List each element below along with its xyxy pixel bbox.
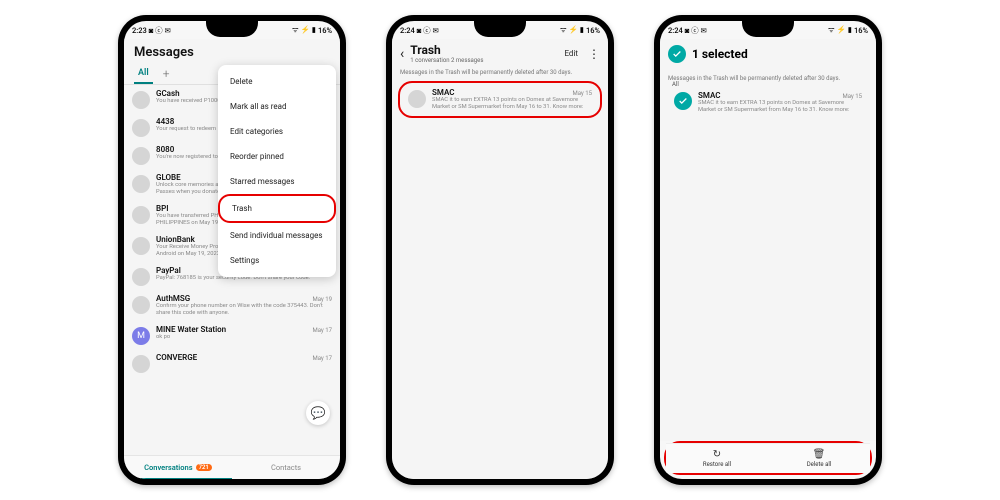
list-item[interactable]: AuthMSGMay 19Confirm your phone number o… [124, 290, 340, 321]
trash-item-selected[interactable]: SMACMay 15 SMAC it to earn EXTRA 13 poin… [666, 87, 870, 118]
notch [742, 21, 794, 37]
overflow-menu: Delete Mark all as read Edit categories … [218, 65, 336, 277]
restore-icon: ↻ [713, 449, 721, 460]
tab-all[interactable]: All [134, 64, 153, 84]
unread-badge: 721 [196, 464, 212, 471]
highlight-annotation: ↻ Restore all 🗑 Delete all [664, 441, 872, 475]
nav-conversations[interactable]: Conversations721 [124, 456, 232, 479]
chat-icon: 💬 [311, 406, 326, 420]
highlight-annotation: SMACMay 15 SMAC it to earn EXTRA 13 poin… [398, 81, 602, 118]
bottom-nav: Conversations721 Contacts [124, 455, 340, 479]
avatar [132, 175, 150, 193]
page-title: Trash [410, 43, 558, 57]
avatar [132, 268, 150, 286]
trash-item[interactable]: SMACMay 15 SMAC it to earn EXTRA 13 poin… [400, 84, 600, 115]
compose-button[interactable]: 💬 [306, 401, 330, 425]
list-item[interactable]: MMINE Water StationMay 17ok po [124, 321, 340, 349]
select-all-checkbox[interactable] [668, 45, 686, 63]
trash-icon: 🗑 [813, 449, 826, 460]
add-category-button[interactable]: + [163, 67, 170, 81]
edit-button[interactable]: Edit [564, 49, 578, 58]
menu-edit-categories[interactable]: Edit categories [218, 119, 336, 144]
avatar [132, 147, 150, 165]
page-title: Messages [134, 45, 330, 60]
menu-trash[interactable]: Trash [218, 194, 336, 223]
notch [206, 21, 258, 37]
nav-contacts[interactable]: Contacts [232, 456, 340, 479]
menu-send-individual[interactable]: Send individual messages [218, 223, 336, 248]
item-checkbox[interactable] [674, 92, 692, 110]
avatar [132, 206, 150, 224]
phone-trash: 2:24◙ ⓒ ✉ ᯤ ⚡ ▮16% ‹ Trash 1 conversatio… [386, 15, 614, 485]
avatar [132, 91, 150, 109]
menu-reorder-pinned[interactable]: Reorder pinned [218, 144, 336, 169]
check-icon [678, 96, 688, 106]
delete-all-button[interactable]: 🗑 Delete all [768, 444, 870, 473]
select-all-label: All [672, 81, 679, 88]
app-header: Messages [124, 39, 340, 64]
restore-all-button[interactable]: ↻ Restore all [666, 444, 768, 473]
menu-delete[interactable]: Delete [218, 69, 336, 94]
trash-header: ‹ Trash 1 conversation 2 messages Edit ⋮ [392, 39, 608, 66]
avatar [132, 355, 150, 373]
avatar [132, 119, 150, 137]
status-icons-right: ᯤ ⚡ ▮ [292, 25, 316, 35]
notch [474, 21, 526, 37]
trash-notice: Messages in the Trash will be permanentl… [660, 65, 876, 87]
list-item[interactable]: CONVERGEMay 17 [124, 349, 340, 377]
status-icons-left: ◙ ⓒ ✉ [149, 25, 171, 36]
avatar [408, 90, 426, 108]
phone-trash-selected: 2:24◙ ⓒ ✉ ᯤ ⚡ ▮16% 1 selected All Messag… [654, 15, 882, 485]
menu-mark-read[interactable]: Mark all as read [218, 94, 336, 119]
selection-action-bar: ↻ Restore all 🗑 Delete all [666, 443, 870, 473]
phone-messages: 2:23◙ ⓒ ✉ ᯤ ⚡ ▮16% Messages All + GCashY… [118, 15, 346, 485]
menu-settings[interactable]: Settings [218, 248, 336, 273]
selection-count: 1 selected [692, 47, 748, 61]
avatar: M [132, 327, 150, 345]
trash-subtitle: 1 conversation 2 messages [410, 57, 558, 64]
selection-header: 1 selected [660, 39, 876, 65]
avatar [132, 296, 150, 314]
check-icon [672, 49, 682, 59]
back-button[interactable]: ‹ [400, 47, 404, 61]
trash-notice: Messages in the Trash will be permanentl… [392, 66, 608, 81]
avatar [132, 237, 150, 255]
menu-starred[interactable]: Starred messages [218, 169, 336, 194]
more-icon[interactable]: ⋮ [588, 47, 600, 61]
